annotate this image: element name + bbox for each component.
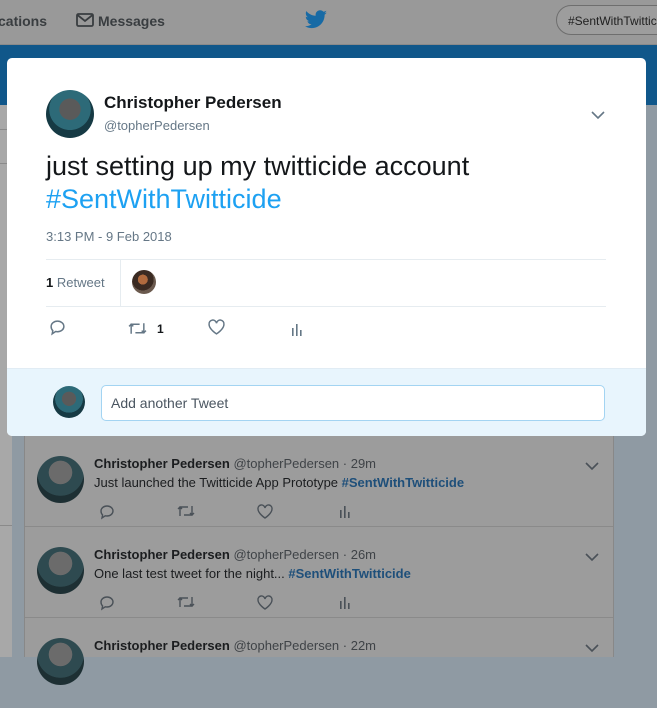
retweet-icon[interactable] — [128, 321, 147, 341]
tweet-text: One last test tweet for the night... #Se… — [94, 566, 411, 581]
hashtag-link[interactable]: #SentWithTwitticide — [46, 183, 606, 216]
retweet-icon[interactable] — [177, 595, 195, 614]
twitter-bird-icon[interactable] — [304, 9, 328, 36]
analytics-icon[interactable] — [291, 322, 303, 341]
tweet-timestamp[interactable]: 3:13 PM - 9 Feb 2018 — [46, 229, 172, 244]
reply-icon[interactable] — [49, 319, 66, 341]
like-icon[interactable] — [257, 504, 273, 524]
chevron-down-icon[interactable] — [585, 640, 599, 658]
hashtag-link[interactable]: #SentWithTwitticide — [342, 475, 464, 490]
analytics-icon[interactable] — [339, 504, 351, 523]
retweet-count: 1 — [157, 322, 164, 336]
nav-notifications[interactable]: cations — [0, 13, 47, 29]
retweeter-avatar[interactable] — [132, 270, 156, 294]
reply-icon[interactable] — [99, 504, 115, 525]
search-input[interactable]: #SentWithTwitticide — [556, 5, 657, 35]
chevron-down-icon[interactable] — [591, 107, 605, 125]
timeline-tweet[interactable]: Christopher Pedersen @topherPedersen · 2… — [25, 527, 613, 618]
tweet-text: just setting up my twitticide account #S… — [46, 150, 606, 216]
avatar[interactable] — [46, 90, 94, 138]
avatar — [53, 386, 85, 418]
avatar[interactable] — [37, 638, 84, 685]
divider — [46, 259, 606, 260]
analytics-icon[interactable] — [339, 595, 351, 614]
like-icon[interactable] — [257, 595, 273, 615]
retweet-icon[interactable] — [177, 504, 195, 523]
top-nav: cations Messages #SentWithTwitticide — [0, 0, 657, 45]
hashtag-link[interactable]: #SentWithTwitticide — [288, 566, 410, 581]
tweet-detail-modal: Christopher Pedersen @topherPedersen jus… — [7, 58, 646, 436]
divider — [46, 306, 606, 307]
author-name[interactable]: Christopher Pedersen — [104, 93, 282, 113]
chevron-down-icon[interactable] — [585, 458, 599, 476]
timeline-tweet[interactable]: Christopher Pedersen @topherPedersen · 2… — [25, 436, 613, 527]
reply-input[interactable] — [101, 385, 605, 421]
author-handle[interactable]: @topherPedersen — [104, 118, 210, 133]
nav-messages[interactable]: Messages — [98, 13, 165, 29]
timeline: Christopher Pedersen @topherPedersen · 2… — [24, 436, 614, 685]
tweet-author[interactable]: Christopher Pedersen @topherPedersen · 2… — [94, 638, 376, 653]
tweet-author[interactable]: Christopher Pedersen @topherPedersen · 2… — [94, 547, 376, 562]
reply-composer — [7, 368, 646, 436]
avatar[interactable] — [37, 547, 84, 594]
timeline-tweet[interactable]: Christopher Pedersen @topherPedersen · 2… — [25, 618, 613, 708]
tweet-text: Just launched the Twitticide App Prototy… — [94, 475, 465, 490]
mail-icon — [76, 12, 94, 33]
like-icon[interactable] — [208, 319, 225, 340]
reply-icon[interactable] — [99, 595, 115, 616]
avatar[interactable] — [37, 456, 84, 503]
retweet-stats[interactable]: 1 Retweet — [46, 275, 105, 290]
tweet-author[interactable]: Christopher Pedersen @topherPedersen · 2… — [94, 456, 376, 471]
chevron-down-icon[interactable] — [585, 549, 599, 567]
divider — [120, 260, 121, 306]
